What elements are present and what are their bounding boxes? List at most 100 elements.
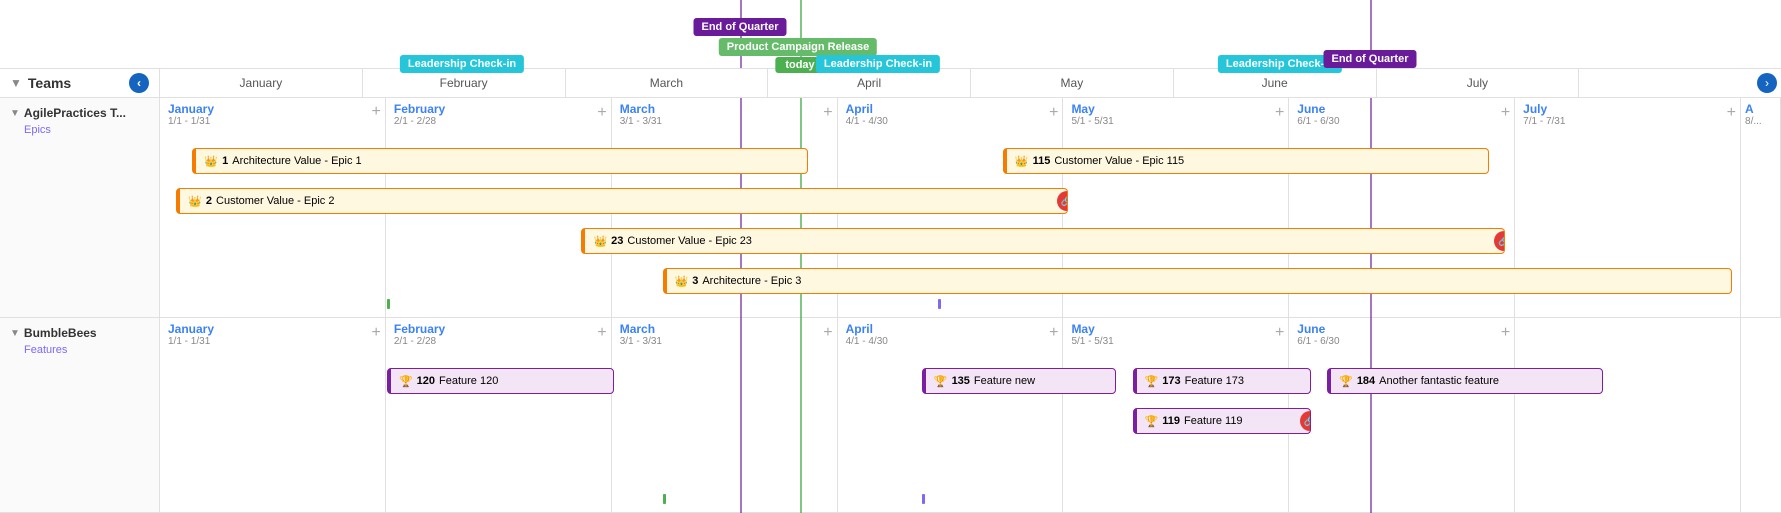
agile-name-label: AgilePractices T... <box>24 106 126 120</box>
milestone-end-quarter2: End of Quarter <box>1323 50 1416 68</box>
epic115-num: 115 <box>1033 155 1051 167</box>
crown-icon-2: 👑 <box>188 195 202 208</box>
feature-bar-135[interactable]: 🏆 135 Feature new <box>922 368 1117 394</box>
epic2-label: Customer Value - Epic 2 <box>216 195 334 207</box>
feat120-label: Feature 120 <box>439 375 498 387</box>
agile-may-range: 5/1 - 5/31 <box>1071 116 1280 127</box>
tick-bb-2 <box>922 494 925 504</box>
agile-month-aug: A 8/... <box>1741 98 1781 317</box>
agile-jan-header: January 1/1 - 1/31 <box>160 98 385 131</box>
epic115-label: Customer Value - Epic 115 <box>1054 155 1184 167</box>
link-badge-23: 🔗 <box>1494 231 1505 251</box>
agile-aug-range: 8/... <box>1745 116 1776 127</box>
bb-jan-range: 1/1 - 1/31 <box>168 336 377 347</box>
crown-icon-115: 👑 <box>1015 155 1029 168</box>
agile-team-name[interactable]: ▼ AgilePractices T... <box>10 106 149 120</box>
bb-month-apr: April 4/1 - 4/30 + <box>838 318 1064 512</box>
tick-bb-1 <box>663 494 666 504</box>
month-header-feb: February <box>363 69 566 97</box>
bb-apr-range: 4/1 - 4/30 <box>846 336 1055 347</box>
bb-add-may-button[interactable]: + <box>1275 324 1284 342</box>
month-header-may: May <box>971 69 1174 97</box>
bumblebees-name-label: BumbleBees <box>24 326 97 340</box>
bb-add-feb-button[interactable]: + <box>597 324 606 342</box>
add-feb-button[interactable]: + <box>597 104 606 122</box>
bb-add-jan-button[interactable]: + <box>372 324 381 342</box>
bb-jun-name: June <box>1297 322 1506 336</box>
nav-left-button[interactable]: ‹ <box>129 73 149 93</box>
feat173-label: Feature 173 <box>1185 375 1244 387</box>
bb-feb-range: 2/1 - 2/28 <box>394 336 603 347</box>
bb-jun-range: 6/1 - 6/30 <box>1297 336 1506 347</box>
trophy-icon-173: 🏆 <box>1145 375 1159 388</box>
agile-mar-range: 3/1 - 3/31 <box>620 116 829 127</box>
feature-bar-184[interactable]: 🏆 184 Another fantastic feature <box>1327 368 1603 394</box>
nav-right-button[interactable]: › <box>1757 73 1777 93</box>
epic-bar-3[interactable]: 👑 3 Architecture - Epic 3 <box>663 268 1733 294</box>
month-header-apr: April <box>768 69 971 97</box>
bb-month-jun: June 6/1 - 6/30 + <box>1289 318 1515 512</box>
teams-header: ▼ Teams ‹ <box>0 69 160 97</box>
agile-may-name: May <box>1071 102 1280 116</box>
chevron-down-icon: ▼ <box>10 108 20 119</box>
agile-mar-name: March <box>620 102 829 116</box>
add-may-button[interactable]: + <box>1275 104 1284 122</box>
bb-may-name: May <box>1071 322 1280 336</box>
epic1-num: 1 <box>222 155 228 167</box>
feat119-num: 119 <box>1162 415 1180 427</box>
agile-aug-name: A <box>1745 102 1776 116</box>
feat120-num: 120 <box>417 375 435 387</box>
trophy-icon-119: 🏆 <box>1145 415 1159 428</box>
bb-month-jan: January 1/1 - 1/31 + <box>160 318 386 512</box>
month-header-jul: July <box>1377 69 1580 97</box>
agile-jul-range: 7/1 - 7/31 <box>1523 116 1732 127</box>
team-section-agile: ▼ AgilePractices T... Epics January 1/1 … <box>0 98 1781 318</box>
agile-feb-header: February 2/1 - 2/28 <box>386 98 611 131</box>
bb-mar-range: 3/1 - 3/31 <box>620 336 829 347</box>
bb-add-mar-button[interactable]: + <box>823 324 832 342</box>
bb-apr-name: April <box>846 322 1055 336</box>
month-header-mar: March <box>566 69 769 97</box>
bb-month-jul <box>1515 318 1741 512</box>
feat184-label: Another fantastic feature <box>1379 375 1499 387</box>
add-jul-button[interactable]: + <box>1727 104 1736 122</box>
bb-add-apr-button[interactable]: + <box>1049 324 1058 342</box>
tick-agile-1 <box>387 299 390 309</box>
chevron-down-icon-bb: ▼ <box>10 328 20 339</box>
bb-add-jun-button[interactable]: + <box>1501 324 1510 342</box>
epic23-label: Customer Value - Epic 23 <box>627 235 752 247</box>
epic-bar-23[interactable]: 👑 23 Customer Value - Epic 23 🔗 <box>581 228 1505 254</box>
chevron-down-icon: ▼ <box>10 76 22 90</box>
feature-bar-120[interactable]: 🏆 120 Feature 120 <box>387 368 614 394</box>
crown-icon-3: 👑 <box>675 275 689 288</box>
epic3-label: Architecture - Epic 3 <box>702 275 801 287</box>
bb-may-range: 5/1 - 5/31 <box>1071 336 1280 347</box>
epic2-num: 2 <box>206 195 212 207</box>
epic-bar-115[interactable]: 👑 115 Customer Value - Epic 115 <box>1003 148 1489 174</box>
bumblebees-sub-label[interactable]: Features <box>10 344 149 356</box>
milestone-end-quarter1: End of Quarter <box>693 18 786 36</box>
epic3-num: 3 <box>692 275 698 287</box>
trophy-icon-120: 🏆 <box>399 375 413 388</box>
epic-bar-1[interactable]: 👑 1 Architecture Value - Epic 1 <box>192 148 808 174</box>
add-jan-button[interactable]: + <box>372 104 381 120</box>
trophy-icon-135: 🏆 <box>934 375 948 388</box>
feature-bar-173[interactable]: 🏆 173 Feature 173 <box>1133 368 1311 394</box>
crown-icon-23: 👑 <box>593 235 607 248</box>
feat119-label: Feature 119 <box>1184 415 1243 427</box>
bb-feb-name: February <box>394 322 603 336</box>
crown-icon: 👑 <box>204 155 218 168</box>
feat135-label: Feature new <box>974 375 1035 387</box>
bb-mar-name: March <box>620 322 829 336</box>
bumblebees-team-name[interactable]: ▼ BumbleBees <box>10 326 149 340</box>
agile-sub-label[interactable]: Epics <box>10 124 149 136</box>
bumblebees-months-area: January 1/1 - 1/31 + February 2/1 - 2/28… <box>160 318 1781 512</box>
feature-bar-119[interactable]: 🏆 119 Feature 119 🔗 <box>1133 408 1311 434</box>
epic-bar-2[interactable]: 👑 2 Customer Value - Epic 2 🔗 <box>176 188 1068 214</box>
add-jun-button[interactable]: + <box>1501 104 1510 122</box>
add-apr-button[interactable]: + <box>1049 104 1058 122</box>
agile-jun-name: June <box>1297 102 1506 116</box>
add-mar-button[interactable]: + <box>823 104 832 122</box>
agile-feb-range: 2/1 - 2/28 <box>394 116 603 127</box>
epic1-label: Architecture Value - Epic 1 <box>232 155 361 167</box>
